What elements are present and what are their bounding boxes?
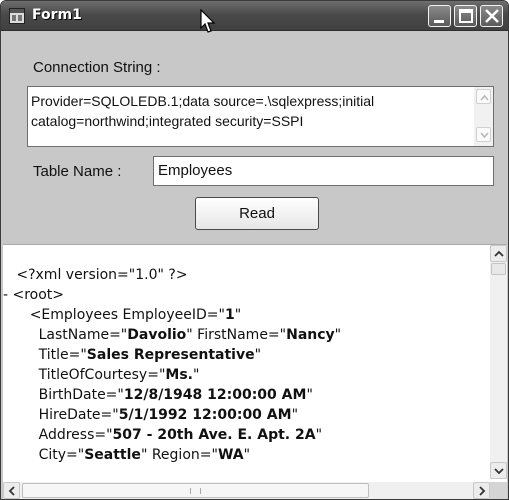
- maximize-button[interactable]: [454, 5, 477, 27]
- chevron-down-icon: [480, 132, 489, 139]
- xml-markup: ": [291, 407, 299, 423]
- vertical-scroll-thumb[interactable]: [491, 263, 506, 275]
- xml-markup: ": [234, 307, 242, 323]
- xml-attribute-value: 1: [224, 307, 235, 323]
- scroll-right-button[interactable]: [473, 482, 490, 499]
- xml-indent: [3, 267, 16, 283]
- xml-indent: [3, 367, 39, 383]
- xml-indent: [3, 347, 39, 363]
- chevron-up-icon: [494, 250, 504, 257]
- xml-markup: ": [254, 347, 262, 363]
- xml-markup: <Employees EmployeeID=": [29, 307, 225, 323]
- scroll-up-button[interactable]: [490, 245, 507, 262]
- connection-string-label: Connection String :: [33, 59, 161, 76]
- xml-markup: " Region=": [140, 447, 218, 463]
- close-icon: [485, 9, 499, 23]
- xml-line: - <root>: [3, 285, 341, 305]
- horizontal-scrollbar[interactable]: [3, 482, 490, 499]
- close-button[interactable]: [480, 5, 503, 27]
- scroll-left-button[interactable]: [3, 482, 20, 499]
- xml-indent: [3, 447, 39, 463]
- minimize-icon: [434, 20, 444, 23]
- xml-markup: LastName=": [38, 327, 128, 343]
- xml-indent: [3, 407, 39, 423]
- xml-line: HireDate="5/1/1992 12:00:00 AM": [3, 405, 341, 425]
- table-name-input[interactable]: Employees: [153, 156, 494, 186]
- chevron-right-icon: [479, 486, 486, 496]
- title-bar[interactable]: Form1: [1, 1, 508, 31]
- horizontal-scroll-thumb[interactable]: [22, 483, 369, 498]
- mouse-cursor-icon: [200, 9, 216, 33]
- connection-string-value[interactable]: Provider=SQLOLEDB.1;data source=.\sqlexp…: [31, 91, 471, 131]
- chevron-down-icon: [494, 468, 504, 475]
- xml-attribute-value: Nancy: [286, 327, 335, 343]
- xml-attribute-value: 12/8/1948 12:00:00 AM: [123, 387, 307, 403]
- form-window: Form1 Connection String : Provider=SQLOL…: [0, 0, 509, 500]
- minimize-button[interactable]: [428, 5, 451, 27]
- xml-indent: [3, 327, 39, 343]
- xml-markup: Address=": [38, 427, 113, 443]
- xml-markup: ": [243, 447, 251, 463]
- xml-indent: [3, 427, 39, 443]
- xml-indent: [3, 307, 30, 323]
- chevron-up-icon: [480, 94, 489, 101]
- xml-line: <Employees EmployeeID="1": [3, 305, 341, 325]
- form-icon: [9, 8, 25, 24]
- scroll-down-button[interactable]: [490, 462, 507, 479]
- xml-markup: HireDate=": [38, 407, 119, 423]
- xml-indent: [3, 387, 39, 403]
- table-name-label: Table Name :: [33, 163, 122, 180]
- xml-content: <?xml version="1.0" ?> - <root> <Employee…: [3, 265, 341, 465]
- xml-markup: TitleOfCourtesy=": [38, 367, 166, 383]
- window-title: Form1: [32, 7, 82, 23]
- xml-markup: ": [315, 427, 323, 443]
- xml-line: TitleOfCourtesy="Ms.": [3, 365, 341, 385]
- read-button[interactable]: Read: [195, 197, 319, 230]
- xml-attribute-value: WA: [217, 447, 244, 463]
- maximize-icon: [459, 9, 473, 23]
- xml-markup: - <root>: [3, 287, 65, 303]
- xml-markup: Title=": [38, 347, 87, 363]
- scrollbar-corner: [490, 482, 507, 499]
- xml-attribute-value: Seattle: [84, 447, 141, 463]
- xml-markup: " FirstName=": [186, 327, 287, 343]
- xml-attribute-value: Davolio: [127, 327, 187, 343]
- xml-markup: ": [334, 327, 342, 343]
- xml-markup: BirthDate=": [38, 387, 124, 403]
- scroll-up-button[interactable]: [476, 89, 491, 104]
- xml-attribute-value: 507 - 20th Ave. E. Apt. 2A: [112, 427, 316, 443]
- vertical-scrollbar[interactable]: [490, 245, 507, 479]
- xml-markup: ": [306, 387, 313, 403]
- xml-line: BirthDate="12/8/1948 12:00:00 AM": [3, 385, 341, 405]
- xml-line: Address="507 - 20th Ave. E. Apt. 2A": [3, 425, 341, 445]
- xml-markup: ": [192, 367, 200, 383]
- xml-markup: <?xml version="1.0" ?>: [16, 267, 188, 283]
- xml-line: LastName="Davolio" FirstName="Nancy": [3, 325, 342, 345]
- xml-line: <?xml version="1.0" ?>: [3, 265, 341, 285]
- chevron-left-icon: [8, 486, 15, 496]
- xml-output-view[interactable]: <?xml version="1.0" ?> - <root> <Employee…: [3, 244, 507, 499]
- xml-attribute-value: 5/1/1992 12:00:00 AM: [118, 407, 292, 423]
- xml-attribute-value: Ms.: [165, 367, 193, 383]
- xml-line: Title="Sales Representative": [3, 345, 341, 365]
- scroll-down-button[interactable]: [476, 127, 491, 142]
- xml-line: City="Seattle" Region="WA": [3, 445, 341, 465]
- xml-attribute-value: Sales Representative: [86, 347, 255, 363]
- connection-string-field[interactable]: Provider=SQLOLEDB.1;data source=.\sqlexp…: [27, 86, 494, 147]
- connection-scrollbar[interactable]: [474, 87, 493, 146]
- xml-markup: City=": [38, 447, 85, 463]
